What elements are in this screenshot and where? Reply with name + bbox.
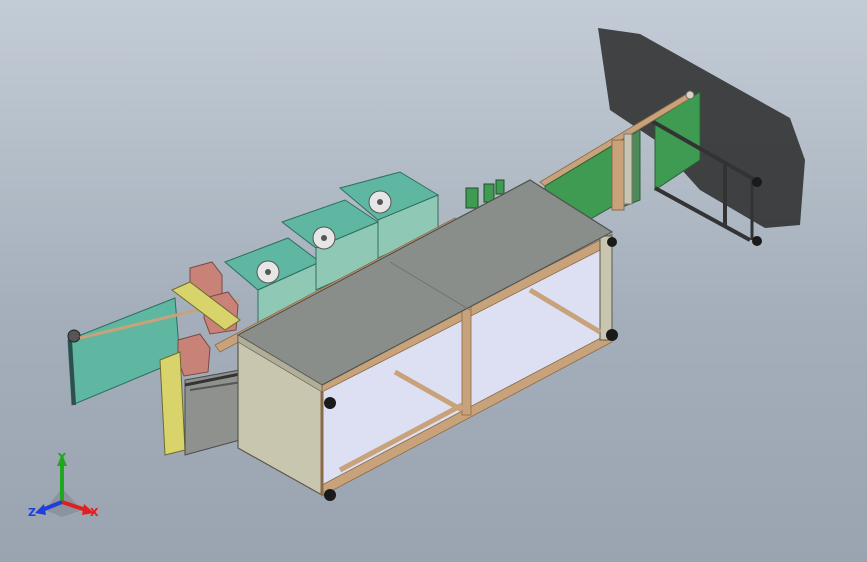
triad-x-label: X — [90, 506, 99, 519]
coordinate-triad[interactable]: Y X Z — [28, 451, 99, 519]
triad-z-label: Z — [28, 506, 36, 519]
triad-z-arrow — [35, 504, 46, 515]
conveyor-machine-3d-model[interactable]: Y X Z — [0, 0, 867, 562]
cad-viewport[interactable]: Y X Z — [0, 0, 867, 562]
triad-y-label: Y — [57, 451, 67, 464]
